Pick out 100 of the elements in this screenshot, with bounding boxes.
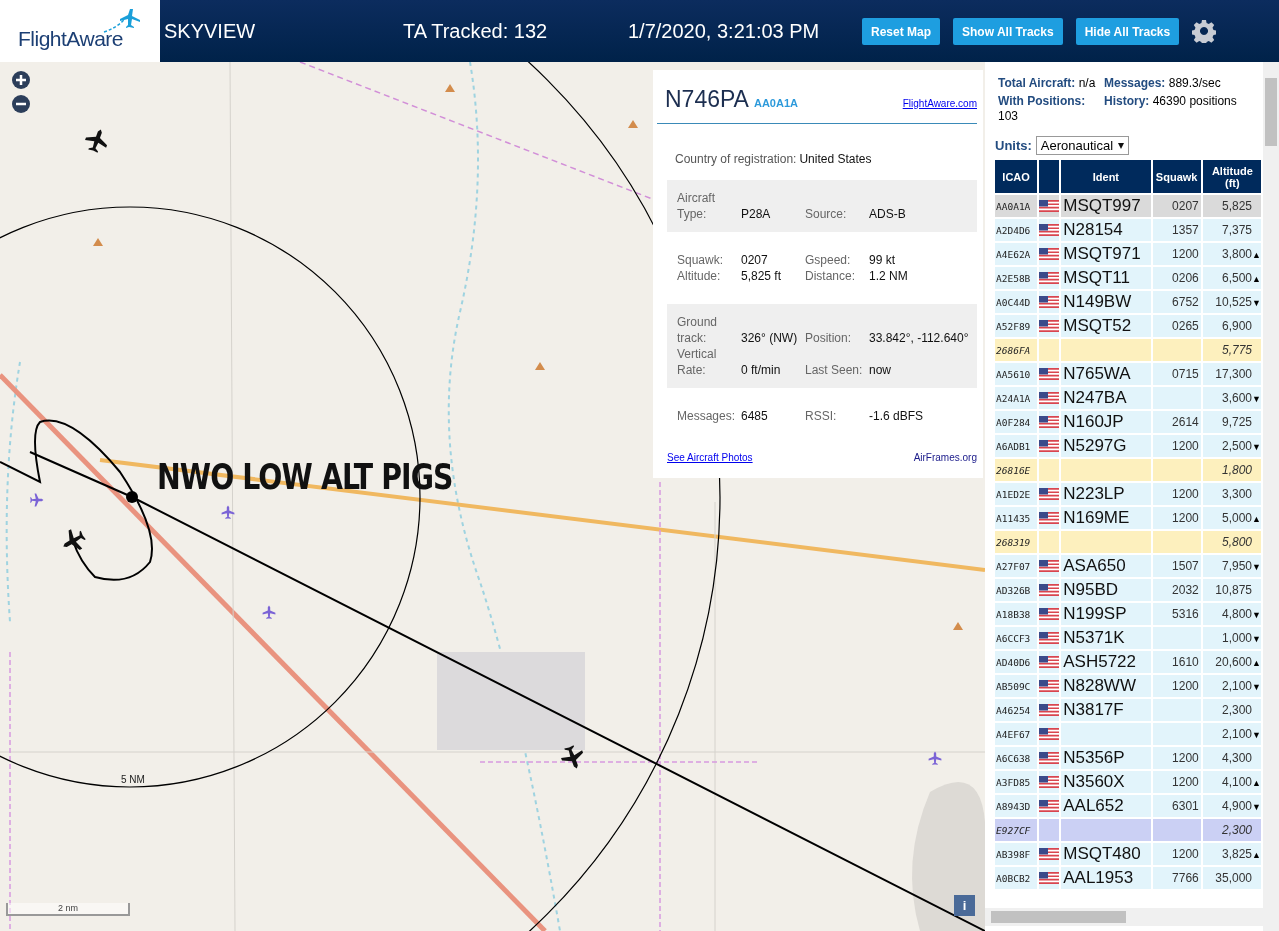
table-cell: 4,100▲: [1202, 771, 1261, 793]
table-cell[interactable]: AA5610: [995, 363, 1038, 385]
flag-icon: [1039, 224, 1060, 236]
table-cell: MSQT971: [1061, 243, 1151, 265]
table-cell[interactable]: AD40D6: [995, 651, 1038, 673]
table-cell[interactable]: AD326B: [995, 579, 1038, 601]
table-cell: 4,800▼: [1202, 603, 1261, 625]
table-cell[interactable]: A4EF67: [995, 723, 1038, 745]
field-value: 1.2 NM: [869, 268, 909, 284]
column-header[interactable]: Ident: [1061, 160, 1151, 193]
table-cell[interactable]: A8943D: [995, 795, 1038, 817]
table-cell[interactable]: A6CCF3: [995, 627, 1038, 649]
flag-icon: [1039, 560, 1060, 572]
table-cell: 4,900▼: [1202, 795, 1261, 817]
column-header[interactable]: Squawk: [1152, 160, 1201, 193]
field-label: Country of registration:: [675, 152, 797, 166]
horizontal-scrollbar[interactable]: [985, 908, 1263, 926]
stat-text: Messages: 889.3/sec: [1104, 76, 1222, 91]
zoom-out-icon[interactable]: [11, 94, 31, 114]
field-label: Messages:: [677, 408, 737, 424]
table-cell: 5316: [1152, 603, 1201, 625]
table-cell[interactable]: A0F284: [995, 411, 1038, 433]
table-cell[interactable]: E927CF: [995, 819, 1038, 841]
field-label: Aircraft Type:: [677, 190, 716, 222]
table-cell[interactable]: A11435: [995, 507, 1038, 529]
table-cell[interactable]: A27F07: [995, 555, 1038, 577]
table-cell: [1152, 339, 1201, 361]
column-header[interactable]: Altitude (ft): [1202, 160, 1261, 193]
table-cell: 17,300: [1202, 363, 1261, 385]
table-cell[interactable]: A1ED2E: [995, 483, 1038, 505]
flag-icon: [1039, 320, 1060, 332]
vertical-scrollbar[interactable]: [1263, 62, 1279, 931]
scale-bar: 2 nm: [6, 903, 130, 916]
table-cell[interactable]: A24A1A: [995, 387, 1038, 409]
units-dropdown[interactable]: Aeronautical: [1035, 136, 1130, 155]
registration: N746PA: [665, 86, 749, 113]
flag-icon: [1039, 392, 1060, 404]
field-value: 33.842°, -112.640°: [869, 330, 970, 346]
aircraft-photos-link[interactable]: See Aircraft Photos: [667, 452, 753, 463]
table-cell[interactable]: AB398F: [995, 843, 1038, 865]
flightaware-link[interactable]: FlightAware.com: [902, 98, 977, 109]
flag-icon: [1039, 632, 1060, 644]
table-cell[interactable]: 2686FA: [995, 339, 1038, 361]
icao-code: AA0A1A: [753, 97, 798, 109]
table-cell[interactable]: A6ADB1: [995, 435, 1038, 457]
table-cell: 9,725: [1202, 411, 1261, 433]
table-cell: [1152, 723, 1201, 745]
table-cell: MSQT11: [1061, 267, 1151, 289]
flag-icon: [1039, 488, 1060, 500]
table-cell[interactable]: AB509C: [995, 675, 1038, 697]
table-cell: AAL652: [1061, 795, 1151, 817]
field-value: 5,825 ft: [741, 268, 783, 284]
table-cell: 3,300: [1202, 483, 1261, 505]
table-cell: [1152, 459, 1201, 481]
zoom-in-icon[interactable]: [11, 70, 31, 90]
table-cell: 1200: [1152, 507, 1201, 529]
info-button[interactable]: i: [954, 895, 975, 916]
table-cell[interactable]: A0BCB2: [995, 867, 1038, 889]
flag-icon: [1039, 704, 1060, 716]
table-cell: [1152, 387, 1201, 409]
flag-icon: [1039, 416, 1060, 428]
table-cell[interactable]: A3FD85: [995, 771, 1038, 793]
table-cell: MSQT997: [1061, 195, 1151, 217]
table-cell[interactable]: A52F89: [995, 315, 1038, 337]
flag-icon: [1039, 728, 1060, 740]
field-value: United States: [799, 152, 872, 166]
table-cell: AAL1953: [1061, 867, 1151, 889]
table-cell: 35,000: [1202, 867, 1261, 889]
field-label: Last Seen:: [805, 362, 864, 378]
table-cell[interactable]: A46254: [995, 699, 1038, 721]
settings-icon[interactable]: [1192, 19, 1217, 43]
table-cell[interactable]: A18B38: [995, 603, 1038, 625]
table-cell: N149BW: [1061, 291, 1151, 313]
aircraft-icon[interactable]: [85, 129, 108, 153]
column-header[interactable]: ICAO: [995, 160, 1038, 193]
table-cell: 2,300: [1202, 699, 1261, 721]
flag-icon: [1039, 584, 1060, 596]
table-cell[interactable]: A6C638: [995, 747, 1038, 769]
table-cell: N3817F: [1061, 699, 1151, 721]
field-label: Source:: [805, 206, 848, 222]
table-cell[interactable]: A0C44D: [995, 291, 1038, 313]
table-cell: N95BD: [1061, 579, 1151, 601]
table-cell[interactable]: AA0A1A: [995, 195, 1038, 217]
table-cell[interactable]: A2E58B: [995, 267, 1038, 289]
field-label: Gspeed:: [805, 252, 852, 268]
table-cell[interactable]: A4E62A: [995, 243, 1038, 265]
table-cell: 3,600▼: [1202, 387, 1261, 409]
table-cell: N223LP: [1061, 483, 1151, 505]
table-cell[interactable]: 268319: [995, 531, 1038, 553]
field-value: P28A: [741, 206, 772, 222]
table-cell[interactable]: A2D4D6: [995, 219, 1038, 241]
table-cell: 1,000▼: [1202, 627, 1261, 649]
aircraft-icon[interactable]: [63, 529, 86, 550]
table-cell: 0206: [1152, 267, 1201, 289]
table-cell: 5,000▲: [1202, 507, 1261, 529]
column-header[interactable]: [1039, 160, 1060, 193]
aircraft-icon[interactable]: [561, 745, 584, 769]
airframes-link[interactable]: AirFrames.org: [913, 452, 977, 463]
table-cell[interactable]: 26816E: [995, 459, 1038, 481]
logo-text: FlightAware: [18, 27, 123, 51]
